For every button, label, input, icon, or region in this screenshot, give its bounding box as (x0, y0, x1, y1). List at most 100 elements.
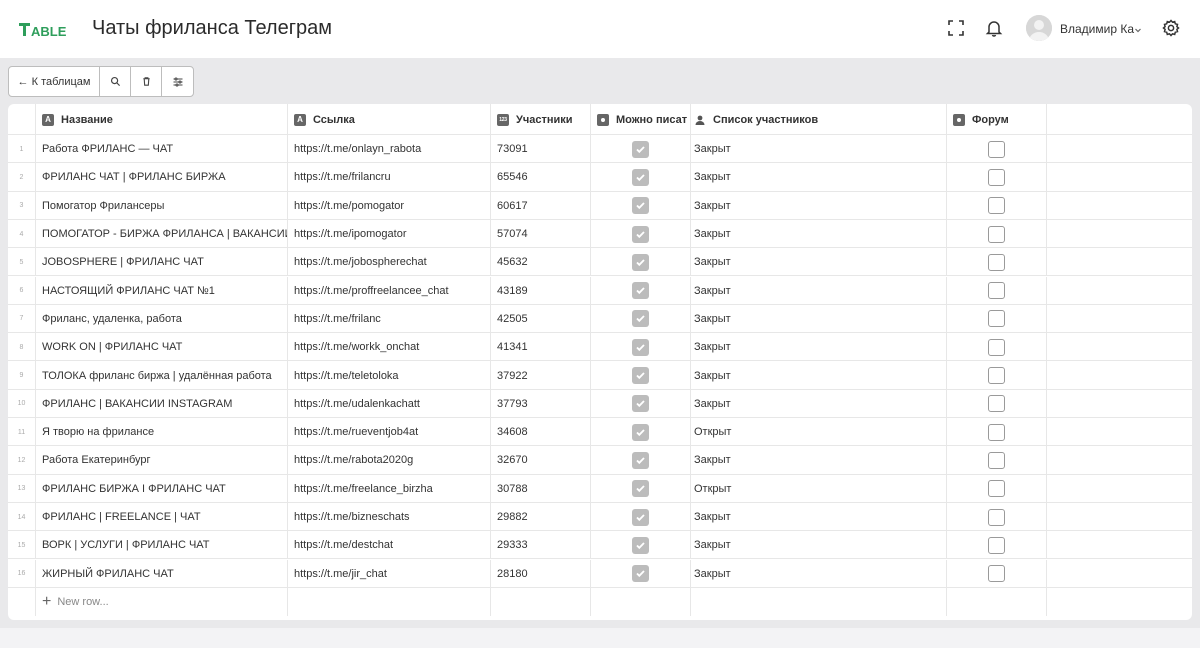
cell-name[interactable]: Помогатор Фрилансеры (36, 191, 288, 220)
cell-link[interactable]: https://t.me/frilanc (288, 304, 491, 334)
cell-members[interactable]: 29333 (491, 531, 591, 560)
cell-forum[interactable] (947, 418, 1047, 447)
cell-forum[interactable] (947, 361, 1047, 390)
new-row-button[interactable]: + New row... (36, 587, 288, 616)
cell-link[interactable]: https://t.me/ipomogator (288, 219, 491, 249)
can-write-checkbox[interactable] (632, 565, 649, 583)
can-write-checkbox[interactable] (632, 140, 649, 158)
cell-member-list[interactable]: Закрыт (691, 559, 947, 588)
cell-can-write[interactable] (591, 248, 691, 277)
table-row[interactable]: 6 НАСТОЯЩИЙ ФРИЛАНС ЧАТ №1 https://t.me/pr… (8, 276, 1192, 305)
cell-member-list[interactable]: Закрыт (691, 163, 947, 192)
can-write-checkbox[interactable] (632, 480, 649, 498)
can-write-checkbox[interactable] (632, 395, 649, 413)
fullscreen-icon[interactable] (946, 18, 966, 38)
cell-can-write[interactable] (591, 333, 691, 362)
cell-link[interactable]: https://t.me/jobospherechat (288, 248, 491, 277)
cell-can-write[interactable] (591, 389, 691, 418)
cell-member-list[interactable]: Закрыт (691, 276, 947, 305)
cell-forum[interactable] (947, 531, 1047, 560)
column-header-forum[interactable]: Форум (947, 104, 1047, 135)
cell-link[interactable]: https://t.me/freelance_birzha (288, 474, 491, 503)
cell-member-list[interactable]: Закрыт (691, 191, 947, 220)
forum-checkbox[interactable] (988, 225, 1005, 243)
column-header-members[interactable]: 123 Участники (491, 104, 591, 135)
cell-members[interactable]: 37793 (491, 389, 591, 418)
cell-name[interactable]: WORK ON | ФРИЛАНС ЧАТ (36, 333, 288, 362)
cell-name[interactable]: ФРИЛАНС | FREELANCE | ЧАТ (36, 502, 288, 532)
cell-forum[interactable] (947, 502, 1047, 532)
can-write-checkbox[interactable] (632, 282, 649, 300)
cell-can-write[interactable] (591, 531, 691, 560)
table-row[interactable]: 7 Фриланс, удаленка, работа https://t.me/f… (8, 304, 1192, 334)
can-write-checkbox[interactable] (632, 508, 649, 526)
table-row[interactable]: 9 ТОЛОКА фриланс биржа | удалённая работа… (8, 361, 1192, 390)
cell-name[interactable]: ФРИЛАНС ЧАТ | ФРИЛАНС БИРЖА (36, 163, 288, 192)
can-write-checkbox[interactable] (632, 423, 649, 441)
forum-checkbox[interactable] (988, 508, 1005, 526)
table-row[interactable]: 15 ВОРК | УСЛУГИ | ФРИЛАНС ЧАТ https://t.m… (8, 531, 1192, 560)
user-name[interactable]: Владимир Ка (1060, 22, 1134, 36)
cell-link[interactable]: https://t.me/udalenkachatt (288, 389, 491, 418)
cell-link[interactable]: https://t.me/pomogator (288, 191, 491, 220)
forum-checkbox[interactable] (988, 310, 1005, 328)
forum-checkbox[interactable] (988, 253, 1005, 271)
forum-checkbox[interactable] (988, 367, 1005, 385)
can-write-checkbox[interactable] (632, 225, 649, 243)
forum-checkbox[interactable] (988, 395, 1005, 413)
table-row[interactable]: 5 JOBOSPHERE | ФРИЛАНС ЧАТ https://t.me/jo… (8, 248, 1192, 277)
table-row[interactable]: 3 Помогатор Фрилансеры https://t.me/pomoga… (8, 191, 1192, 220)
cell-members[interactable]: 28180 (491, 559, 591, 588)
cell-member-list[interactable]: Закрыт (691, 502, 947, 532)
cell-forum[interactable] (947, 276, 1047, 305)
cell-forum[interactable] (947, 304, 1047, 334)
cell-can-write[interactable] (591, 135, 691, 164)
cell-name[interactable]: ФРИЛАНС | ВАКАНСИИ INSTAGRAM (36, 389, 288, 418)
cell-name[interactable]: НАСТОЯЩИЙ ФРИЛАНС ЧАТ №1 (36, 276, 288, 305)
cell-members[interactable]: 37922 (491, 361, 591, 390)
app-logo[interactable]: ABLE (19, 21, 71, 39)
cell-can-write[interactable] (591, 276, 691, 305)
table-row[interactable]: 10 ФРИЛАНС | ВАКАНСИИ INSTAGRAM https://t.… (8, 389, 1192, 418)
cell-members[interactable]: 29882 (491, 502, 591, 532)
cell-forum[interactable] (947, 163, 1047, 192)
forum-checkbox[interactable] (988, 140, 1005, 158)
cell-can-write[interactable] (591, 304, 691, 334)
cell-member-list[interactable]: Закрыт (691, 135, 947, 164)
table-row[interactable]: 4 ПОМОГАТОР - БИРЖА ФРИЛАНСА | ВАКАНСИИ ht… (8, 219, 1192, 249)
cell-member-list[interactable]: Закрыт (691, 248, 947, 277)
cell-can-write[interactable] (591, 446, 691, 475)
can-write-checkbox[interactable] (632, 253, 649, 271)
can-write-checkbox[interactable] (632, 197, 649, 215)
cell-link[interactable]: https://t.me/frilancru (288, 163, 491, 192)
cell-can-write[interactable] (591, 418, 691, 447)
search-button[interactable] (100, 67, 131, 96)
table-row[interactable]: 8 WORK ON | ФРИЛАНС ЧАТ https://t.me/workk… (8, 333, 1192, 362)
forum-checkbox[interactable] (988, 480, 1005, 498)
can-write-checkbox[interactable] (632, 451, 649, 469)
table-row[interactable]: 13 ФРИЛАНС БИРЖА I ФРИЛАНС ЧАТ https://t.m… (8, 474, 1192, 503)
cell-members[interactable]: 45632 (491, 248, 591, 277)
cell-link[interactable]: https://t.me/rabota2020g (288, 446, 491, 475)
cell-name[interactable]: JOBOSPHERE | ФРИЛАНС ЧАТ (36, 248, 288, 277)
table-row[interactable]: 14 ФРИЛАНС | FREELANCE | ЧАТ https://t.me/… (8, 502, 1192, 532)
column-header-can-write[interactable]: Можно писат (591, 104, 691, 135)
cell-members[interactable]: 41341 (491, 333, 591, 362)
cell-member-list[interactable]: Закрыт (691, 219, 947, 249)
forum-checkbox[interactable] (988, 168, 1005, 186)
cell-can-write[interactable] (591, 219, 691, 249)
cell-link[interactable]: https://t.me/destchat (288, 531, 491, 560)
chevron-down-icon[interactable] (1133, 22, 1143, 33)
cell-forum[interactable] (947, 559, 1047, 588)
table-row[interactable]: 12 Работа Екатеринбург https://t.me/rabota… (8, 446, 1192, 475)
cell-name[interactable]: Работа ФРИЛАНС — ЧАТ (36, 135, 288, 164)
forum-checkbox[interactable] (988, 536, 1005, 554)
cell-forum[interactable] (947, 219, 1047, 249)
cell-members[interactable]: 43189 (491, 276, 591, 305)
table-row[interactable]: 16 ЖИРНЫЙ ФРИЛАНС ЧАТ https://t.me/jir_cha… (8, 559, 1192, 588)
delete-button[interactable] (131, 67, 162, 96)
cell-forum[interactable] (947, 135, 1047, 164)
cell-members[interactable]: 73091 (491, 135, 591, 164)
forum-checkbox[interactable] (988, 282, 1005, 300)
bell-icon[interactable] (984, 18, 1004, 38)
